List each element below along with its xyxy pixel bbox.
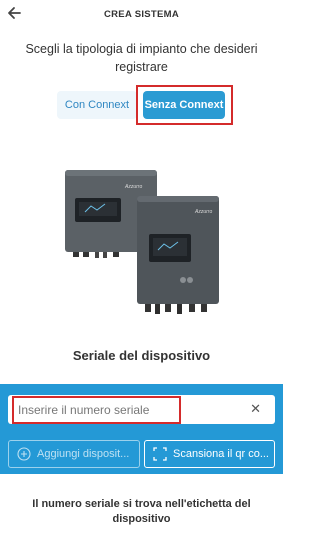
page-title: CREA SISTEMA	[103, 9, 180, 20]
serial-input-wrapper: ✕	[8, 395, 275, 424]
inverter-image: Azzurro Azzurro	[65, 170, 219, 314]
plant-type-prompt: Scegli la tipologia di impianto che desi…	[25, 42, 258, 74]
serial-input[interactable]	[18, 395, 238, 424]
con-connext-option[interactable]: Con Connext	[57, 91, 137, 119]
close-icon[interactable]: ✕	[250, 401, 261, 417]
serial-location-note: Il numero seriale si trova nell'etichett…	[32, 498, 251, 525]
brand-logo-front: Azzurro	[194, 209, 212, 215]
qr-scan-icon	[153, 447, 167, 461]
serial-panel: ✕ Aggiungi disposit... Scansiona il qr c…	[0, 384, 283, 474]
add-device-button[interactable]: Aggiungi disposit...	[8, 440, 140, 468]
brand-logo-back: Azzurro	[124, 184, 142, 190]
scan-qr-label: Scansiona il qr co...	[173, 448, 269, 460]
scan-qr-button[interactable]: Scansiona il qr co...	[144, 440, 275, 468]
serial-section-title: Seriale del dispositivo	[72, 348, 211, 363]
header: CREA SISTEMA	[0, 0, 283, 30]
add-device-label: Aggiungi disposit...	[37, 448, 130, 460]
senza-connext-option[interactable]: Senza Connext	[143, 91, 225, 119]
plus-circle-icon	[17, 447, 31, 461]
